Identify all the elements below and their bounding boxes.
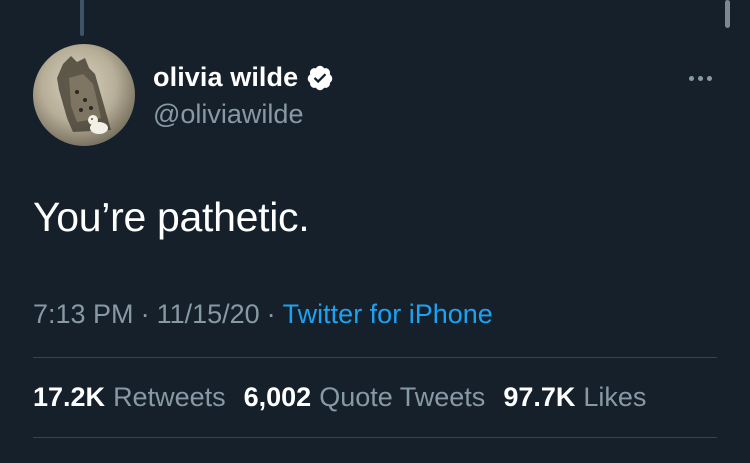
more-horizontal-icon-dot — [706, 75, 712, 81]
tweet-meta: 7:13 PM · 11/15/20 · Twitter for iPhone — [33, 299, 493, 330]
tweet-time[interactable]: 7:13 PM — [33, 299, 134, 330]
quote-tweets-stat[interactable]: 6,002 Quote Tweets — [244, 382, 486, 413]
tweet-stats: 17.2K Retweets 6,002 Quote Tweets 97.7K … — [33, 382, 646, 413]
retweets-label: Retweets — [113, 382, 226, 412]
meta-separator: · — [266, 299, 276, 329]
likes-stat[interactable]: 97.7K Likes — [503, 382, 646, 413]
tweet-source-link[interactable]: Twitter for iPhone — [283, 299, 493, 330]
avatar-image — [57, 56, 111, 134]
verified-badge-icon — [306, 64, 334, 92]
tweet-text: You’re pathetic. — [33, 194, 310, 240]
likes-count: 97.7K — [503, 382, 576, 412]
more-horizontal-icon — [688, 75, 694, 81]
tweet-date[interactable]: 11/15/20 — [157, 299, 260, 330]
divider — [33, 357, 717, 358]
retweets-stat[interactable]: 17.2K Retweets — [33, 382, 226, 413]
quote-tweets-count: 6,002 — [243, 382, 312, 412]
retweets-count: 17.2K — [33, 382, 106, 412]
display-name[interactable]: olivia wilde — [153, 62, 298, 93]
scrollbar[interactable] — [725, 0, 730, 28]
user-handle[interactable]: @oliviawilde — [153, 99, 303, 130]
divider — [33, 437, 717, 438]
quote-tweets-label: Quote Tweets — [319, 382, 486, 412]
avatar[interactable] — [33, 44, 135, 146]
more-horizontal-icon-dot — [697, 75, 703, 81]
meta-separator: · — [140, 299, 150, 329]
display-name-row: olivia wilde — [153, 62, 334, 93]
thread-connector-line — [80, 0, 84, 36]
likes-label: Likes — [583, 382, 647, 412]
more-options-button[interactable] — [680, 66, 720, 90]
